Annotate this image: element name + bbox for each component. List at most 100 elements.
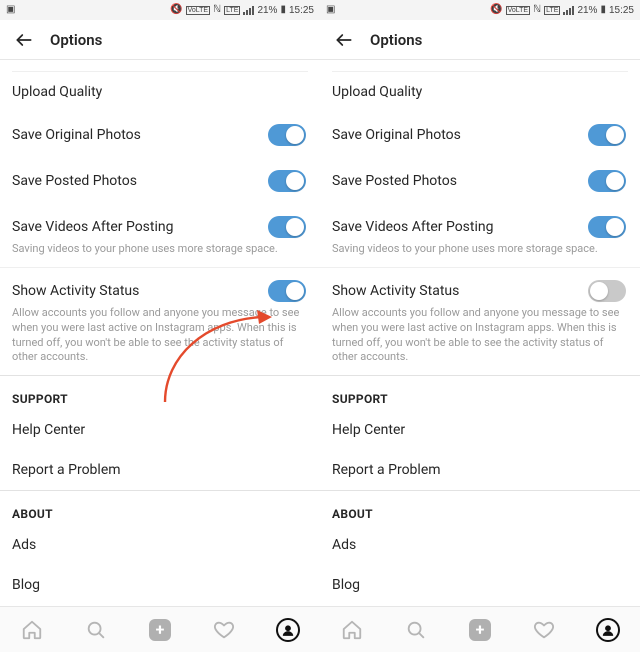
blog-label: Blog [332, 577, 360, 593]
row-ads[interactable]: Ads [320, 525, 640, 565]
battery-icon: ▮ [280, 5, 286, 15]
pane-0: ▣ 🔇 VoLTE ℕ LTE 21% ▮ 15:25 Options [0, 0, 320, 652]
section-support: SUPPORT [320, 376, 640, 410]
blog-label: Blog [12, 577, 40, 593]
bottom-tabbar: + [320, 606, 640, 652]
tab-profile[interactable] [595, 617, 621, 643]
add-icon: + [469, 619, 491, 641]
row-help-center[interactable]: Help Center [0, 410, 320, 450]
row-blog[interactable]: Blog [320, 565, 640, 605]
toggle-save-original[interactable] [588, 124, 626, 146]
row-help-center[interactable]: Help Center [320, 410, 640, 450]
pane-1: ▣ 🔇 VoLTE ℕ LTE 21% ▮ 15:25 Options Comm… [320, 0, 640, 652]
upload-quality-label: Upload Quality [332, 84, 422, 100]
nfc-icon: ℕ [213, 5, 221, 15]
toggle-save-original[interactable] [268, 124, 306, 146]
save-original-label: Save Original Photos [332, 127, 461, 143]
lte-badge: LTE [544, 6, 560, 15]
page-title: Options [370, 31, 422, 49]
clock: 15:25 [609, 5, 634, 16]
row-upload-quality[interactable]: Upload Quality [0, 72, 320, 112]
status-bar: ▣ 🔇 VoLTE ℕ LTE 21% ▮ 15:25 [0, 0, 320, 20]
action-bar: Options [320, 20, 640, 60]
upload-quality-label: Upload Quality [12, 84, 102, 100]
signal-icon [243, 6, 254, 15]
row-privacy[interactable]: Privacy Policy [0, 605, 320, 606]
save-videos-label: Save Videos After Posting [12, 219, 174, 235]
tab-profile[interactable] [275, 617, 301, 643]
back-button[interactable] [332, 28, 356, 52]
tab-add[interactable]: + [147, 617, 173, 643]
row-save-videos: Save Videos After Posting [0, 204, 320, 242]
toggle-save-posted[interactable] [588, 170, 626, 192]
back-button[interactable] [12, 28, 36, 52]
nfc-icon: ℕ [533, 5, 541, 15]
search-icon [85, 619, 107, 641]
toggle-save-posted[interactable] [268, 170, 306, 192]
toggle-save-videos[interactable] [268, 216, 306, 238]
activity-status-caption: Allow accounts you follow and anyone you… [320, 306, 640, 375]
report-problem-label: Report a Problem [332, 462, 441, 478]
settings-scroll[interactable]: Comments Upload Quality Save Original Ph… [0, 60, 320, 606]
tab-home[interactable] [339, 617, 365, 643]
ads-label: Ads [12, 537, 36, 553]
lte-badge: LTE [224, 6, 240, 15]
battery-icon: ▮ [600, 5, 606, 15]
row-activity-status: Show Activity Status [0, 268, 320, 306]
save-videos-caption: Saving videos to your phone uses more st… [0, 242, 320, 267]
row-privacy[interactable]: Privacy Policy [320, 605, 640, 606]
toggle-activity-status[interactable] [588, 280, 626, 302]
ads-label: Ads [332, 537, 356, 553]
tab-activity[interactable] [531, 617, 557, 643]
toggle-activity-status[interactable] [268, 280, 306, 302]
row-save-videos: Save Videos After Posting [320, 204, 640, 242]
mute-icon: 🔇 [490, 5, 502, 15]
section-support: SUPPORT [0, 376, 320, 410]
home-icon [341, 619, 363, 641]
search-icon [405, 619, 427, 641]
tab-home[interactable] [19, 617, 45, 643]
tab-add[interactable]: + [467, 617, 493, 643]
tab-activity[interactable] [211, 617, 237, 643]
row-comments-truncated[interactable]: Comments [12, 60, 308, 72]
back-arrow-icon [334, 30, 354, 50]
row-upload-quality[interactable]: Upload Quality [320, 72, 640, 112]
report-problem-label: Report a Problem [12, 462, 121, 478]
heart-icon [533, 619, 555, 641]
add-icon: + [149, 619, 171, 641]
row-activity-status: Show Activity Status [320, 268, 640, 306]
activity-status-label: Show Activity Status [332, 283, 459, 299]
settings-scroll[interactable]: Comments Upload Quality Save Original Ph… [320, 60, 640, 606]
save-videos-label: Save Videos After Posting [332, 219, 494, 235]
tab-search[interactable] [403, 617, 429, 643]
row-save-posted: Save Posted Photos [0, 158, 320, 204]
save-posted-label: Save Posted Photos [332, 173, 457, 189]
action-bar: Options [0, 20, 320, 60]
tab-search[interactable] [83, 617, 109, 643]
battery-percent: 21% [577, 5, 597, 16]
save-original-label: Save Original Photos [12, 127, 141, 143]
profile-avatar [276, 618, 300, 642]
avatar-icon [601, 623, 615, 637]
toggle-save-videos[interactable] [588, 216, 626, 238]
row-ads[interactable]: Ads [0, 525, 320, 565]
activity-status-caption: Allow accounts you follow and anyone you… [0, 306, 320, 375]
row-save-original: Save Original Photos [320, 112, 640, 158]
save-posted-label: Save Posted Photos [12, 173, 137, 189]
save-videos-caption: Saving videos to your phone uses more st… [320, 242, 640, 267]
row-report-problem[interactable]: Report a Problem [0, 450, 320, 490]
activity-status-label: Show Activity Status [12, 283, 139, 299]
avatar-icon [281, 623, 295, 637]
heart-icon [213, 619, 235, 641]
battery-percent: 21% [257, 5, 277, 16]
volte-badge: VoLTE [186, 6, 211, 15]
status-bar: ▣ 🔇 VoLTE ℕ LTE 21% ▮ 15:25 [320, 0, 640, 20]
row-report-problem[interactable]: Report a Problem [320, 450, 640, 490]
row-blog[interactable]: Blog [0, 565, 320, 605]
mute-icon: 🔇 [170, 5, 182, 15]
back-arrow-icon [14, 30, 34, 50]
signal-icon [563, 6, 574, 15]
profile-avatar [596, 618, 620, 642]
help-center-label: Help Center [332, 422, 405, 438]
row-comments-truncated[interactable]: Comments [332, 60, 628, 72]
